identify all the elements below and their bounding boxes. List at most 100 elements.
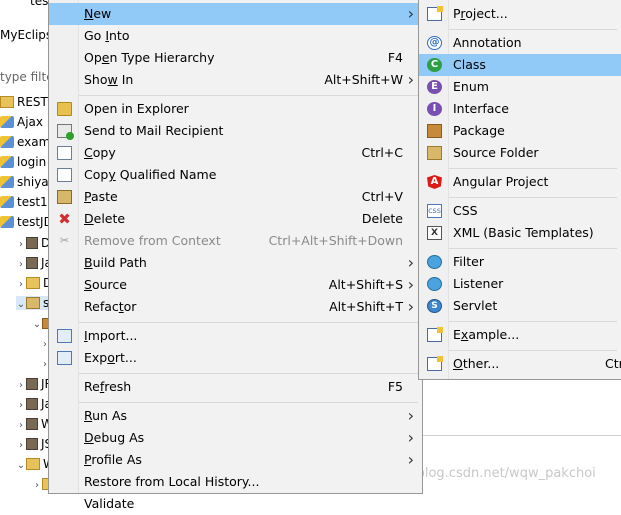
menu-item-open-type-hierarchy[interactable]: Open Type Hierarchy F4: [49, 47, 422, 69]
menu-item-label: Profile As: [84, 452, 142, 467]
collapsed-chevron-icon[interactable]: ›: [16, 420, 26, 431]
menu-item-project[interactable]: Project...: [419, 3, 621, 25]
menu-item-angular-project[interactable]: A Angular Project: [419, 171, 621, 193]
menu-item-label: Source Folder: [453, 145, 539, 160]
menu-item-refactor[interactable]: Refactor Alt+Shift+T ›: [49, 296, 422, 318]
menu-item-import[interactable]: Import...: [49, 325, 422, 347]
menu-item-annotation[interactable]: @ Annotation: [419, 32, 621, 54]
menu-item-shortcut: Ctr: [605, 356, 621, 371]
menu-item-class[interactable]: C Class: [419, 54, 621, 76]
tree-item-label: Ajax: [17, 115, 43, 129]
menu-item-package[interactable]: Package: [419, 120, 621, 142]
tree-item[interactable]: test1: [0, 195, 48, 209]
tree-item[interactable]: exam: [0, 135, 50, 149]
folder-icon: [26, 458, 40, 470]
menu-item-filter[interactable]: Filter: [419, 251, 621, 273]
menu-item-export[interactable]: Export...: [49, 347, 422, 369]
tree-item-label: REST: [17, 95, 48, 109]
menu-item-go-into[interactable]: Go Into: [49, 25, 422, 47]
collapsed-chevron-icon[interactable]: ›: [16, 380, 26, 391]
menu-separator: [449, 28, 617, 30]
project-icon: [0, 176, 14, 188]
menu-item-label: Listener: [453, 276, 504, 291]
menu-item-shortcut: Ctrl+C: [361, 145, 403, 160]
library-icon: [26, 257, 38, 269]
expanded-chevron-icon[interactable]: ⌄: [32, 319, 42, 330]
menu-separator: [79, 372, 418, 374]
expanded-chevron-icon[interactable]: ⌄: [16, 299, 26, 310]
expanded-chevron-icon[interactable]: ⌄: [16, 460, 26, 471]
menu-item-enum[interactable]: E Enum: [419, 76, 621, 98]
menu-item-refresh[interactable]: Refresh F5: [49, 376, 422, 398]
tree-item[interactable]: ›D: [16, 276, 52, 290]
menu-item-label: Filter: [453, 254, 484, 269]
delete-icon: ✖: [58, 210, 71, 228]
collapsed-chevron-icon[interactable]: ›: [16, 239, 26, 250]
class-icon: C: [427, 58, 442, 72]
menu-item-label: Restore from Local History...: [84, 474, 260, 489]
menu-item-label: Delete: [84, 211, 126, 226]
example-icon: [427, 327, 443, 342]
menu-item-paste[interactable]: Paste Ctrl+V: [49, 186, 422, 208]
menu-item-run-as[interactable]: Run As ›: [49, 405, 422, 427]
enum-icon: E: [427, 80, 442, 94]
menu-item-copy-qualified-name[interactable]: Copy Qualified Name: [49, 164, 422, 186]
menu-item-label: Refresh: [84, 379, 132, 394]
listener-icon: [427, 277, 442, 291]
menu-item-xml-basic-templates[interactable]: X XML (Basic Templates): [419, 222, 621, 244]
menu-item-send-to-mail-recipient[interactable]: Send to Mail Recipient: [49, 120, 422, 142]
tree-item[interactable]: › JS: [16, 437, 52, 451]
menu-item-shortcut: F4: [387, 50, 403, 65]
menu-item-label: Interface: [453, 101, 509, 116]
filter-input[interactable]: type filte: [0, 70, 54, 84]
menu-item-validate[interactable]: Validate: [49, 493, 422, 515]
menu-item-profile-as[interactable]: Profile As ›: [49, 449, 422, 471]
tree-item[interactable]: login: [0, 155, 46, 169]
collapsed-chevron-icon[interactable]: ›: [32, 480, 42, 491]
collapsed-chevron-icon[interactable]: ›: [16, 400, 26, 411]
tree-item-label: login: [17, 155, 47, 169]
collapsed-chevron-icon[interactable]: ›: [16, 440, 26, 451]
tree-item[interactable]: ›D: [16, 236, 50, 250]
menu-item-label: Send to Mail Recipient: [84, 123, 224, 138]
tree-item[interactable]: REST: [0, 95, 48, 109]
collapsed-chevron-icon[interactable]: ›: [16, 279, 26, 290]
menu-item-restore-from-local-history[interactable]: Restore from Local History...: [49, 471, 422, 493]
menu-item-build-path[interactable]: Build Path ›: [49, 252, 422, 274]
submenu-arrow-icon: ›: [407, 4, 414, 23]
menu-item-example[interactable]: Example...: [419, 324, 621, 346]
tree-item[interactable]: testJD: [0, 215, 53, 229]
menu-item-source[interactable]: Source Alt+Shift+S ›: [49, 274, 422, 296]
tree-item[interactable]: › Ja: [16, 256, 52, 270]
menu-item-label: Package: [453, 123, 505, 138]
menu-item-listener[interactable]: Listener: [419, 273, 621, 295]
menu-item-label: Remove from Context: [84, 233, 221, 248]
menu-item-debug-as[interactable]: Debug As ›: [49, 427, 422, 449]
menu-item-delete[interactable]: ✖ Delete Delete: [49, 208, 422, 230]
collapsed-chevron-icon[interactable]: ›: [16, 259, 26, 270]
menu-item-other[interactable]: Other... Ctr: [419, 353, 621, 375]
menu-item-interface[interactable]: I Interface: [419, 98, 621, 120]
servlet-icon: S: [427, 299, 442, 313]
menu-item-open-in-explorer[interactable]: Open in Explorer: [49, 98, 422, 120]
menu-item-css[interactable]: css CSS: [419, 200, 621, 222]
menu-item-label: Annotation: [453, 35, 522, 50]
menu-item-shortcut: Alt+Shift+W: [324, 72, 403, 87]
menu-item-show-in[interactable]: Show In Alt+Shift+W ›: [49, 69, 422, 91]
project-icon: [427, 6, 443, 21]
menu-item-new[interactable]: New ›: [49, 3, 422, 25]
menu-item-servlet[interactable]: S Servlet: [419, 295, 621, 317]
menu-item-shortcut: Ctrl+V: [361, 189, 403, 204]
tree-item[interactable]: Ajax: [0, 115, 43, 129]
tree-item[interactable]: › Ja: [16, 397, 52, 411]
tree-item[interactable]: shiya: [0, 175, 49, 189]
menu-item-label: Validate: [84, 496, 135, 511]
menu-item-shortcut: Ctrl+Alt+Shift+Down: [268, 233, 403, 248]
menu-item-label: CSS: [453, 203, 478, 218]
menu-item-copy[interactable]: Copy Ctrl+C: [49, 142, 422, 164]
mail-icon: [57, 124, 74, 140]
menu-item-label: New: [84, 6, 112, 21]
menu-item-label: Project...: [453, 6, 508, 21]
menu-item-label: Open Type Hierarchy: [84, 50, 215, 65]
menu-item-source-folder[interactable]: Source Folder: [419, 142, 621, 164]
